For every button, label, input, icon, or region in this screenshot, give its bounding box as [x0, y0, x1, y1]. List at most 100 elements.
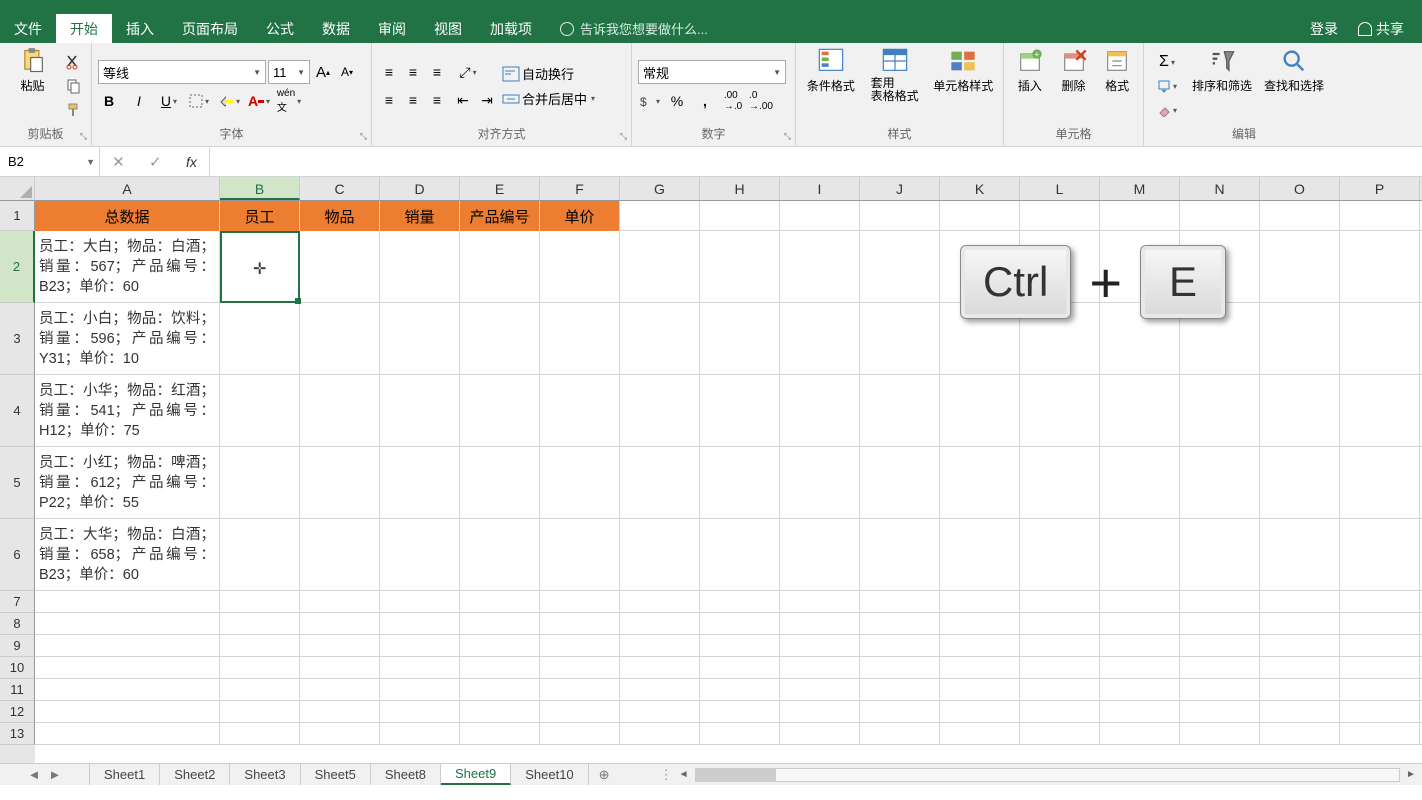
font-expander-icon[interactable]: ⤡ [360, 131, 367, 142]
cell[interactable] [1180, 657, 1260, 679]
cell[interactable] [460, 375, 540, 447]
cell[interactable] [1260, 701, 1340, 723]
cell[interactable] [1180, 231, 1260, 303]
cell[interactable] [700, 201, 780, 231]
decrease-indent-button[interactable]: ⇤ [452, 89, 474, 111]
cell[interactable] [780, 231, 860, 303]
cell[interactable] [460, 519, 540, 591]
cell[interactable] [220, 447, 300, 519]
cell[interactable] [1340, 635, 1420, 657]
cell[interactable] [220, 591, 300, 613]
italic-button[interactable]: I [128, 90, 150, 112]
cell[interactable] [380, 657, 460, 679]
cell[interactable] [460, 635, 540, 657]
cell[interactable] [1100, 657, 1180, 679]
sheet-nav-next-icon[interactable]: ► [49, 767, 62, 782]
cell[interactable] [35, 635, 220, 657]
cell[interactable] [780, 701, 860, 723]
cell[interactable] [1260, 679, 1340, 701]
row-headers[interactable]: 12345678910111213 [0, 201, 35, 763]
name-box-dropdown-icon[interactable]: ▼ [86, 157, 95, 167]
cell[interactable] [620, 657, 700, 679]
orientation-button[interactable]: ⤢▾ [452, 61, 484, 83]
merge-center-button[interactable]: 合并后居中▾ [502, 89, 595, 108]
cell[interactable] [940, 657, 1020, 679]
cell[interactable] [1020, 723, 1100, 745]
cell[interactable] [1100, 723, 1180, 745]
cell[interactable] [1020, 375, 1100, 447]
column-header[interactable]: L [1020, 177, 1100, 200]
cell[interactable] [300, 723, 380, 745]
cell[interactable] [380, 613, 460, 635]
tab-file[interactable]: 文件 [0, 14, 56, 43]
sheet-tab[interactable]: Sheet3 [230, 764, 300, 785]
cell[interactable] [460, 613, 540, 635]
cell[interactable] [220, 375, 300, 447]
cell[interactable] [780, 679, 860, 701]
cell[interactable] [1100, 231, 1180, 303]
cell[interactable] [1260, 591, 1340, 613]
cell[interactable] [1100, 303, 1180, 375]
cell[interactable] [1020, 519, 1100, 591]
sort-filter-button[interactable]: 排序和筛选 [1188, 47, 1256, 125]
align-left-button[interactable]: ≡ [378, 89, 400, 111]
cell[interactable] [300, 519, 380, 591]
cell[interactable] [35, 679, 220, 701]
cell[interactable] [1100, 679, 1180, 701]
cell[interactable] [35, 701, 220, 723]
cell[interactable] [780, 201, 860, 231]
column-header[interactable]: O [1260, 177, 1340, 200]
cell[interactable] [860, 657, 940, 679]
cell[interactable] [380, 519, 460, 591]
cell[interactable] [1260, 519, 1340, 591]
cell[interactable] [780, 723, 860, 745]
row-header[interactable]: 1 [0, 201, 35, 231]
cell[interactable] [1180, 701, 1260, 723]
cell[interactable] [460, 231, 540, 303]
comma-button[interactable]: , [694, 90, 716, 112]
share-button[interactable]: 共享 [1348, 14, 1414, 43]
column-headers[interactable]: ABCDEFGHIJKLMNOP [35, 177, 1422, 201]
cell[interactable] [700, 613, 780, 635]
cell[interactable] [860, 591, 940, 613]
clear-button[interactable]: ▾ [1150, 99, 1184, 121]
cell[interactable] [1340, 201, 1420, 231]
align-middle-button[interactable]: ≡ [402, 61, 424, 83]
column-header[interactable]: M [1100, 177, 1180, 200]
cell[interactable] [1180, 679, 1260, 701]
cell[interactable] [940, 723, 1020, 745]
cell[interactable] [1180, 591, 1260, 613]
cell[interactable] [620, 635, 700, 657]
cell[interactable] [860, 231, 940, 303]
cell[interactable] [620, 375, 700, 447]
column-header[interactable]: G [620, 177, 700, 200]
fx-button[interactable]: fx [186, 154, 197, 170]
cell[interactable] [380, 635, 460, 657]
cell[interactable] [540, 723, 620, 745]
align-center-button[interactable]: ≡ [402, 89, 424, 111]
find-select-button[interactable]: 查找和选择 [1260, 47, 1328, 125]
cell[interactable] [220, 723, 300, 745]
cell[interactable] [540, 231, 620, 303]
cell[interactable] [1020, 657, 1100, 679]
row-header[interactable]: 6 [0, 519, 35, 591]
cell[interactable] [300, 231, 380, 303]
accounting-format-button[interactable]: $▾ [638, 90, 660, 112]
cell[interactable] [380, 701, 460, 723]
column-header[interactable]: B [220, 177, 300, 200]
increase-indent-button[interactable]: ⇥ [476, 89, 498, 111]
cell[interactable] [35, 657, 220, 679]
cell[interactable] [1260, 375, 1340, 447]
cell[interactable] [620, 613, 700, 635]
cell[interactable] [940, 201, 1020, 231]
cell[interactable] [700, 303, 780, 375]
cell[interactable] [940, 519, 1020, 591]
column-header[interactable]: I [780, 177, 860, 200]
scroll-track[interactable] [695, 768, 1400, 782]
cell[interactable] [780, 519, 860, 591]
sheet-nav-buttons[interactable]: ◄ ► [0, 764, 90, 785]
row-header[interactable]: 5 [0, 447, 35, 519]
cell[interactable] [1340, 613, 1420, 635]
scroll-left-icon[interactable]: ◄ [677, 768, 691, 782]
cell[interactable] [620, 701, 700, 723]
